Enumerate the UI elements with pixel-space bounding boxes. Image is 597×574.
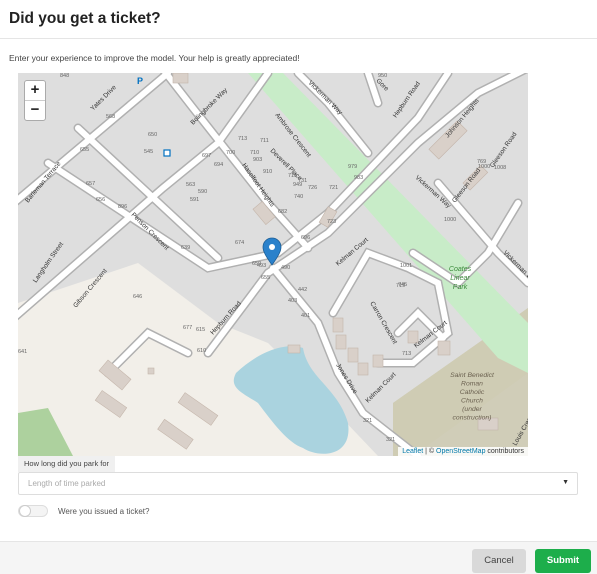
house-number: 646: [133, 294, 142, 300]
house-number: 656: [96, 197, 105, 203]
house-number: 987: [440, 73, 449, 75]
house-number: 713: [238, 136, 247, 142]
attribution-separator: | ©: [423, 448, 437, 455]
map[interactable]: Yates Drive Bolingbroke Way Vickerman Wa…: [18, 73, 528, 456]
house-number: 950: [378, 73, 387, 79]
house-number: 711: [260, 138, 269, 144]
house-number: 563: [186, 182, 195, 188]
house-number: 726: [308, 185, 317, 191]
house-number: 545: [144, 149, 153, 155]
house-number: 710: [250, 150, 259, 156]
house-number: 610: [197, 348, 206, 354]
duration-placeholder: Length of time parked: [28, 479, 106, 488]
house-number: 848: [60, 73, 69, 79]
house-number: 641: [18, 349, 27, 355]
zoom-control: + −: [24, 80, 46, 121]
zoom-in-button[interactable]: +: [25, 81, 45, 101]
house-number: 401: [301, 313, 310, 319]
ticket-toggle-label: Were you issued a ticket?: [58, 507, 150, 516]
duration-select[interactable]: Length of time parked ▼: [18, 472, 578, 495]
house-number: 694: [214, 162, 223, 168]
house-number: 713: [402, 351, 411, 357]
leaflet-link[interactable]: Leaflet: [402, 448, 423, 455]
house-number: 682: [278, 209, 287, 215]
house-number: 677: [183, 325, 192, 331]
house-number: 740: [294, 194, 303, 200]
house-number: 719: [396, 283, 405, 289]
house-number: 715: [288, 173, 297, 179]
zoom-out-button[interactable]: −: [25, 101, 45, 120]
house-number: 910: [263, 169, 272, 175]
house-number: 1008: [494, 165, 506, 171]
house-number: 903: [253, 157, 262, 163]
house-number: 723: [327, 219, 336, 225]
house-number: 490: [281, 265, 290, 271]
map-canvas[interactable]: Yates Drive Bolingbroke Way Vickerman Wa…: [18, 73, 528, 456]
dialog-title: Did you get a ticket?: [9, 10, 161, 27]
attribution-suffix: contributors: [485, 448, 524, 455]
house-number: 721: [329, 185, 338, 191]
toggle-knob: [19, 505, 31, 517]
house-number: 896: [118, 204, 127, 210]
house-number: 696: [301, 235, 310, 241]
house-number: 568: [106, 114, 115, 120]
osm-link[interactable]: OpenStreetMap: [436, 448, 485, 455]
house-number: 1000: [444, 217, 456, 223]
house-number: 731: [298, 178, 307, 184]
house-number: 697: [202, 153, 211, 159]
house-number: 700: [226, 150, 235, 156]
house-number: 979: [348, 164, 357, 170]
bus-stop-icon: [163, 149, 171, 157]
house-number: 983: [354, 175, 363, 181]
house-number: 650: [148, 132, 157, 138]
submit-button[interactable]: Submit: [535, 549, 591, 573]
house-number: 655: [80, 147, 89, 153]
dropdown-caret-icon: ▼: [562, 479, 569, 486]
house-number: 493: [257, 263, 266, 269]
parking-icon: P: [137, 76, 143, 86]
house-number: 655: [261, 275, 270, 281]
house-number: 591: [190, 197, 199, 203]
house-number: 1000: [478, 164, 490, 170]
house-number: 657: [86, 181, 95, 187]
dialog-header: Did you get a ticket?: [0, 0, 597, 39]
house-number: 321: [386, 437, 395, 443]
ticket-toggle[interactable]: [18, 505, 48, 517]
house-number: 590: [198, 189, 207, 195]
house-number: 321: [363, 418, 372, 424]
house-number: 674: [235, 240, 244, 246]
house-number: 1001: [400, 263, 412, 269]
cancel-button[interactable]: Cancel: [472, 549, 526, 573]
house-number: 639: [181, 245, 190, 251]
house-number: 442: [298, 287, 307, 293]
house-number: 615: [196, 327, 205, 333]
duration-label: How long did you park for: [18, 456, 116, 472]
map-attribution: Leaflet | © OpenStreetMap contributors: [398, 447, 528, 456]
house-number: 403: [288, 298, 297, 304]
svg-text:P: P: [137, 76, 143, 86]
intro-text: Enter your experience to improve the mod…: [9, 53, 300, 63]
